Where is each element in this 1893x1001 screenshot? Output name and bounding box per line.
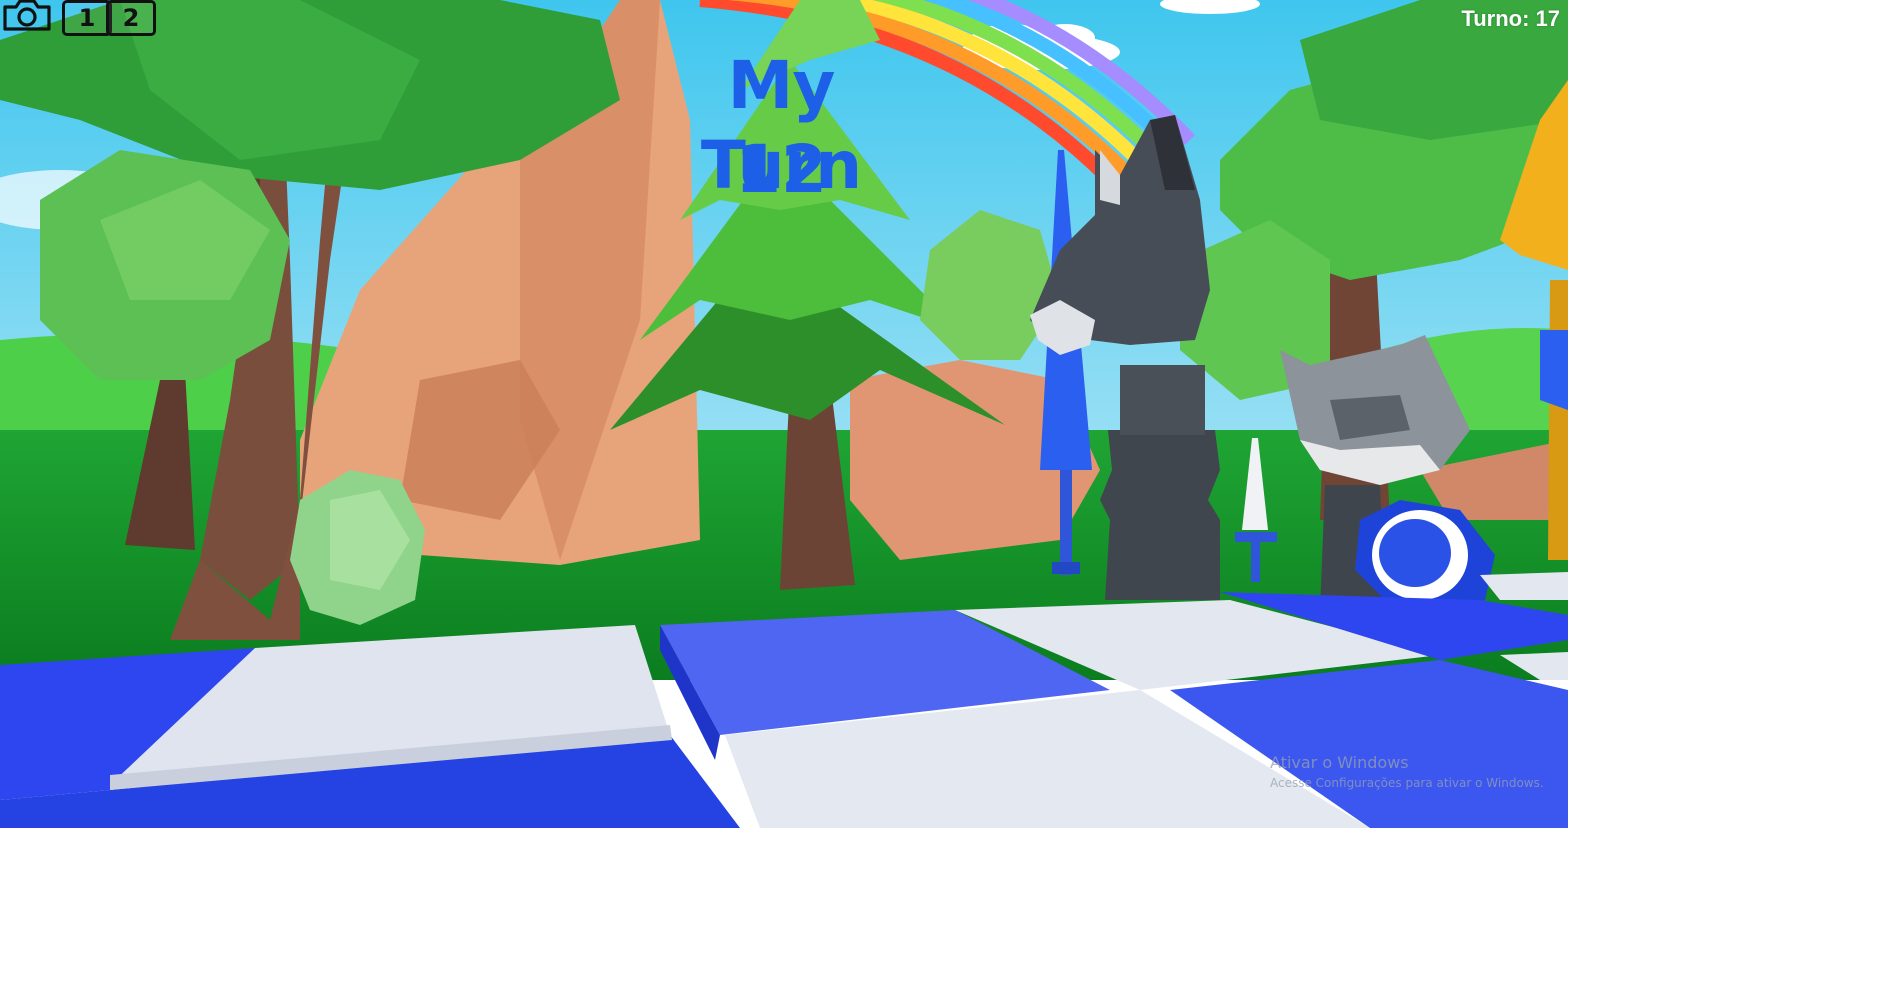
windows-activation-watermark: Ativar o Windows Acesse Configurações pa… [1270,753,1544,790]
camera-button[interactable] [0,0,54,36]
turn-counter: Turno: 17 [1461,6,1560,31]
watermark-title: Ativar o Windows [1270,753,1409,772]
camera-view-2-button[interactable]: 2 [106,0,156,36]
camera-view-1-button[interactable]: 1 [62,0,112,36]
game-viewport[interactable]: 1 2 Turno: 17 My Turn 12 Ativar o Window… [0,0,1568,828]
watermark-subtitle: Acesse Configurações para ativar o Windo… [1270,776,1544,790]
camera-icon [1,0,53,38]
turn-timer: 12 [735,131,827,208]
